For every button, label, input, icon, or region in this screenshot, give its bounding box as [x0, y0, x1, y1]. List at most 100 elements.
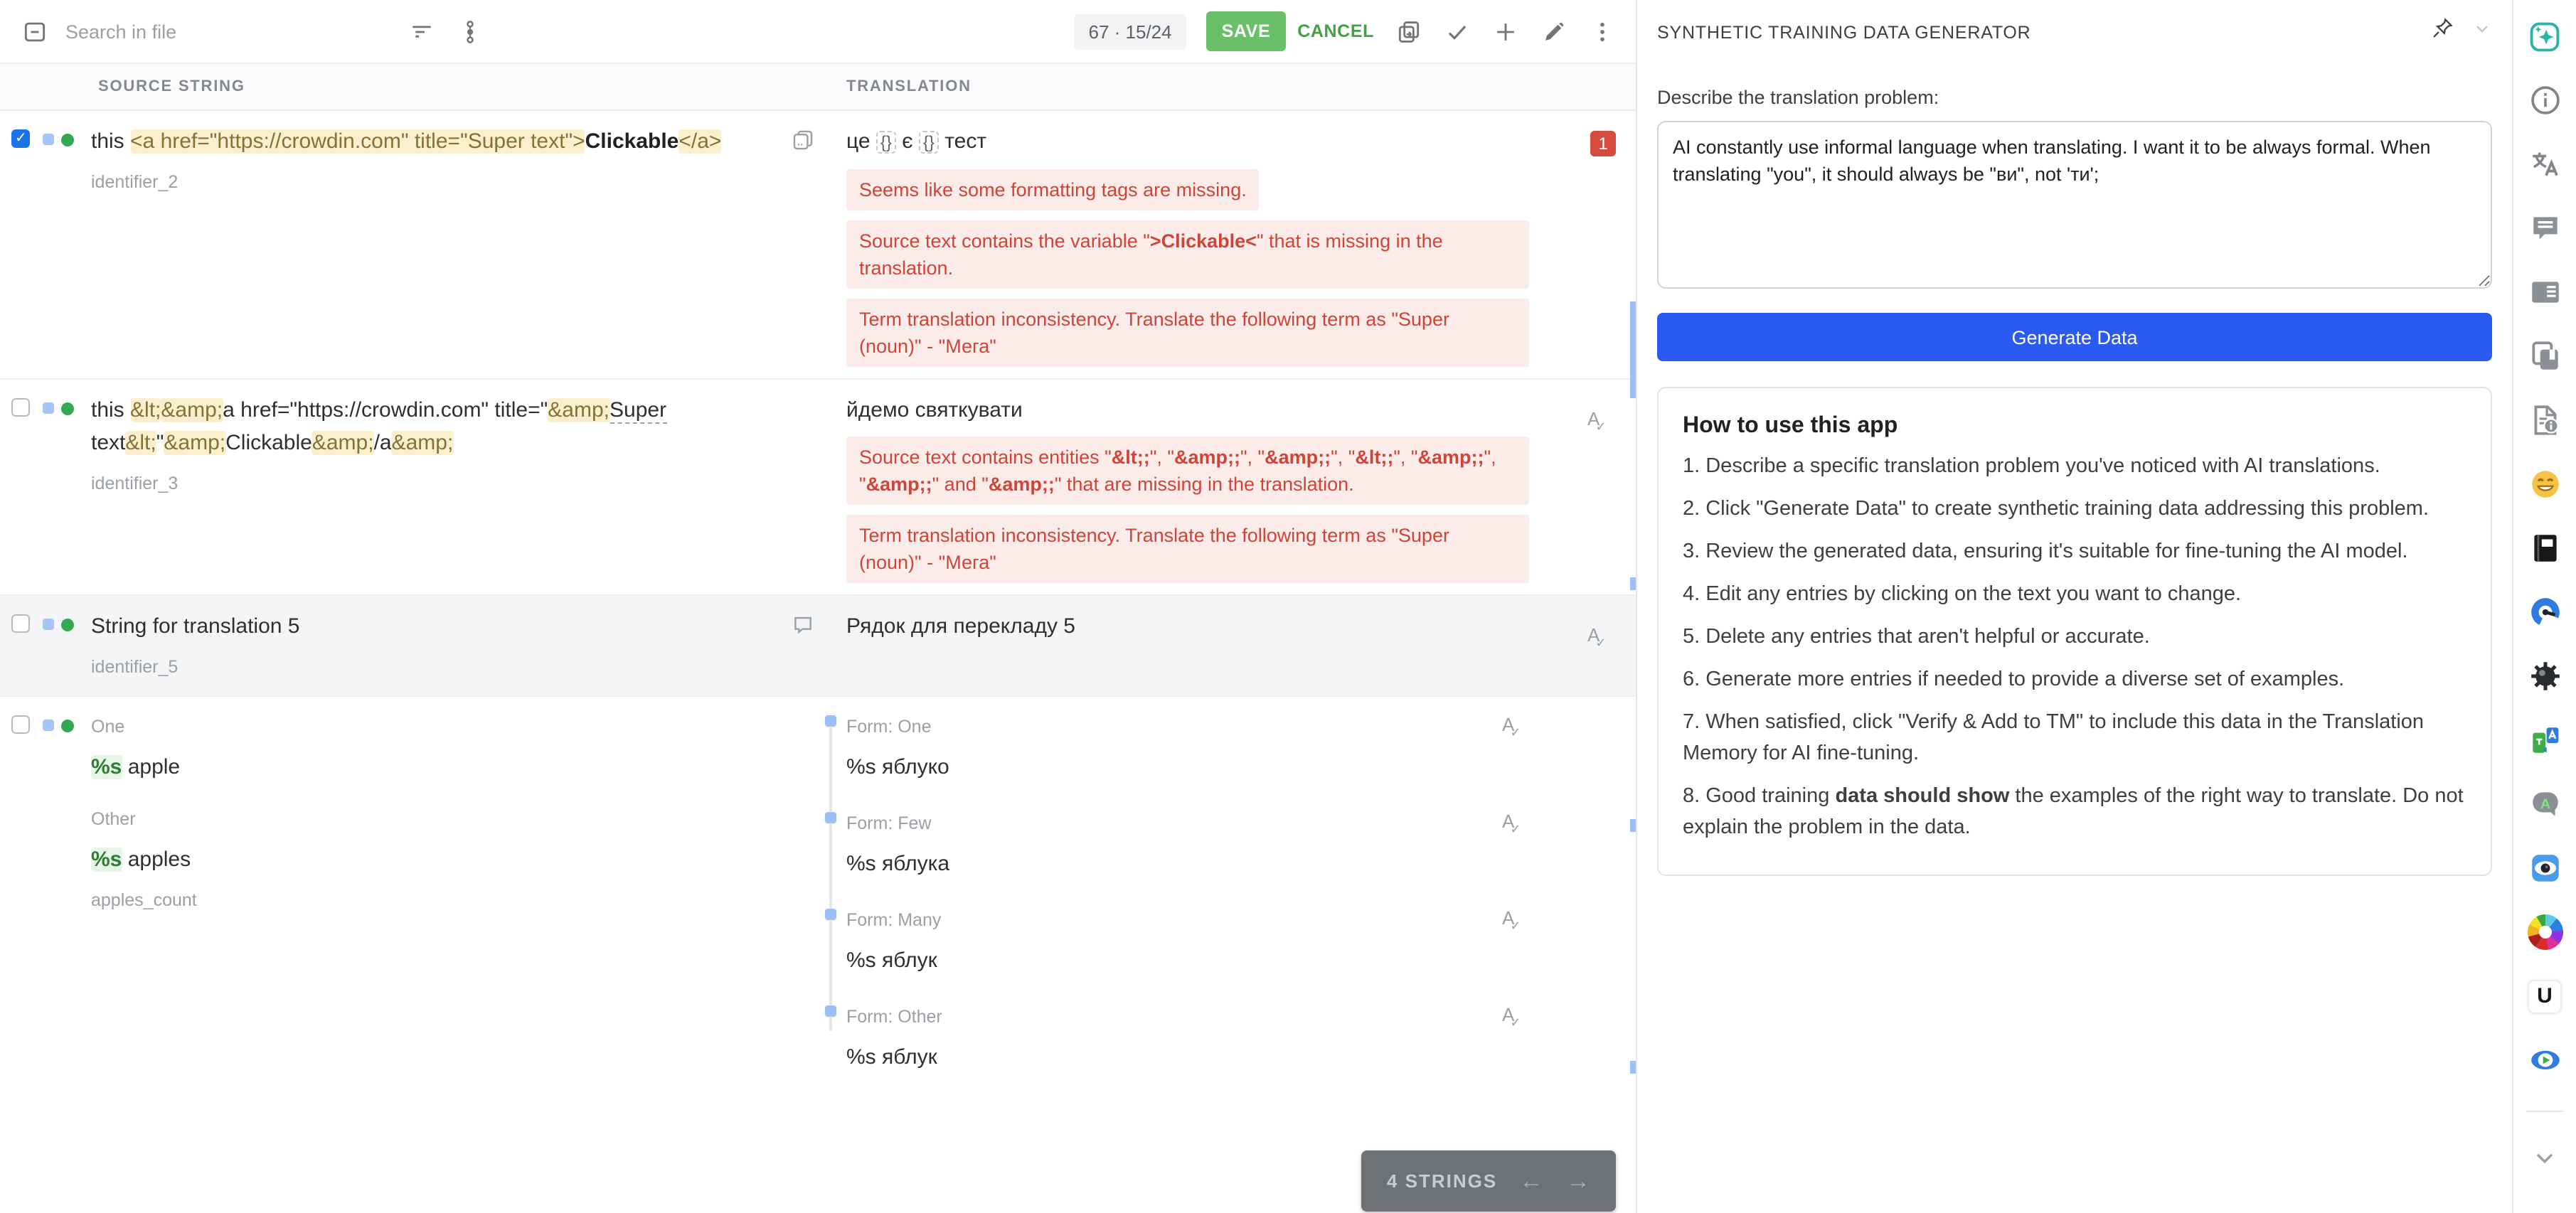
duplicate-string-icon[interactable]: [791, 128, 815, 367]
translation-text[interactable]: %s яблуко: [846, 751, 1550, 784]
color-palette-icon[interactable]: [2526, 913, 2564, 951]
generate-data-button[interactable]: Generate Data: [1657, 313, 2492, 361]
howto-heading: How to use this app: [1683, 414, 2466, 439]
visual-review-icon[interactable]: [2526, 1041, 2564, 1079]
translation-text[interactable]: це {} є {} тест: [846, 125, 1550, 159]
duplicates-icon[interactable]: [2526, 337, 2564, 375]
column-headers: SOURCE STRING TRANSLATION: [0, 64, 1636, 111]
spellcheck-icon[interactable]: A✓: [1502, 902, 1525, 937]
howto-list-item: 1. Describe a specific translation probl…: [1683, 451, 2466, 482]
comment-bubble-icon[interactable]: [791, 613, 815, 684]
copy-source-icon[interactable]: [1388, 11, 1428, 51]
synthetic-data-panel: SYNTHETIC TRAINING DATA GENERATOR Descri…: [1637, 0, 2513, 1213]
add-string-icon[interactable]: [1485, 11, 1525, 51]
string-identifier: identifier_3: [91, 468, 760, 501]
collapse-panel-chevron-icon[interactable]: [2472, 18, 2492, 46]
info-icon[interactable]: [2526, 81, 2564, 119]
filter-icon[interactable]: [401, 11, 441, 51]
howto-card: How to use this app 1. Describe a specif…: [1657, 387, 2492, 876]
qa-error-message: Source text contains the variable ">Clic…: [846, 220, 1529, 289]
spellcheck-icon[interactable]: A✓: [1502, 708, 1525, 744]
source-text: this &lt;&amp;a href="https://crowdin.co…: [91, 394, 760, 459]
row-checkbox[interactable]: [11, 129, 30, 148]
crowdin-editor: 67 · 15/24 SAVE CANCEL: [0, 0, 2576, 1213]
translation-form-one[interactable]: Form: One %s яблуко A✓: [846, 711, 1550, 784]
collapse-chevron-icon[interactable]: [2526, 1138, 2564, 1176]
problem-description-textarea[interactable]: AI constantly use informal language when…: [1657, 121, 2492, 289]
ai-generator-icon[interactable]: [2526, 17, 2564, 55]
preview-eye-icon[interactable]: [2526, 849, 2564, 887]
qa-issues-badge[interactable]: 1: [1590, 131, 1616, 156]
glossary-book-icon[interactable]: [2526, 529, 2564, 567]
string-row-identifier_5[interactable]: String for translation 5 identifier_5 Ря…: [0, 596, 1636, 697]
strings-pagination-bar: 4 STRINGS ← →: [1361, 1150, 1616, 1212]
next-page-arrow-icon[interactable]: →: [1566, 1169, 1590, 1193]
plural-form-label: Form: Many: [846, 904, 1550, 937]
strings-panel: 67 · 15/24 SAVE CANCEL: [0, 0, 1637, 1213]
string-identifier: apples_count: [91, 885, 760, 917]
translation-text[interactable]: %s яблук: [846, 944, 1550, 977]
row-checkbox[interactable]: [11, 715, 30, 734]
rail-divider: [2526, 1111, 2563, 1112]
translation-form-many[interactable]: Form: Many %s яблук A✓: [846, 904, 1550, 977]
cancel-button[interactable]: CANCEL: [1297, 21, 1374, 41]
panel-title: SYNTHETIC TRAINING DATA GENERATOR: [1657, 22, 2031, 42]
plural-form-label: Form: One: [846, 711, 1550, 744]
form-bullet-icon: [825, 715, 836, 727]
settings-slider-icon[interactable]: [449, 11, 489, 51]
status-square-icon: [43, 720, 54, 731]
edit-pencil-icon[interactable]: [1533, 11, 1573, 51]
translation-text[interactable]: %s яблук: [846, 1041, 1550, 1074]
translation-text[interactable]: %s яблука: [846, 848, 1550, 880]
form-bullet-icon: [825, 812, 836, 823]
howto-list-item: 5. Delete any entries that aren't helpfu…: [1683, 621, 2466, 653]
quality-gauge-icon[interactable]: [2526, 593, 2564, 631]
emoji-icon[interactable]: [2526, 465, 2564, 503]
translation-apps-icon[interactable]: [2526, 721, 2564, 759]
plural-form-label: Form: Other: [846, 1001, 1550, 1034]
spellcheck-icon[interactable]: A✓: [1587, 619, 1610, 654]
translate-icon[interactable]: [2526, 145, 2564, 183]
qa-error-message: Term translation inconsistency. Translat…: [846, 299, 1529, 367]
status-square-icon: [43, 134, 54, 145]
previous-page-arrow-icon[interactable]: ←: [1519, 1169, 1543, 1193]
spellcheck-icon[interactable]: A✓: [1502, 805, 1525, 840]
scroll-marker[interactable]: [1630, 301, 1636, 398]
settings-gear-icon[interactable]: [2526, 657, 2564, 695]
howto-list-item: 3. Review the generated data, ensuring i…: [1683, 536, 2466, 567]
u-app-icon[interactable]: U: [2526, 977, 2564, 1015]
spellcheck-icon[interactable]: A✓: [1502, 998, 1525, 1034]
row-checkbox[interactable]: [11, 398, 30, 417]
string-info-icon[interactable]: [2526, 273, 2564, 311]
comments-icon[interactable]: [2526, 209, 2564, 247]
howto-list-item: 6. Generate more entries if needed to pr…: [1683, 664, 2466, 695]
string-row-identifier_2[interactable]: this <a href="https://crowdin.com" title…: [0, 111, 1636, 380]
language-chat-icon[interactable]: A: [2526, 785, 2564, 823]
form-bullet-icon: [825, 1005, 836, 1017]
translation-form-other[interactable]: Form: Other %s яблук A✓: [846, 1001, 1550, 1074]
string-row-apples_count[interactable]: One %s apple Other %s apples apples_coun…: [0, 697, 1636, 1109]
scroll-marker: [1630, 819, 1636, 832]
row-checkbox[interactable]: [11, 614, 30, 633]
spellcheck-icon[interactable]: A✓: [1587, 402, 1610, 438]
apps-rail: A U: [2513, 0, 2576, 1213]
translation-form-few[interactable]: Form: Few %s яблука A✓: [846, 808, 1550, 880]
translation-text[interactable]: Рядок для перекладу 5: [846, 610, 1550, 643]
approve-check-icon[interactable]: [1437, 11, 1476, 51]
file-context-icon[interactable]: [2526, 401, 2564, 439]
pin-panel-icon[interactable]: [2429, 16, 2455, 48]
save-button[interactable]: SAVE: [1206, 11, 1287, 51]
search-input[interactable]: [65, 21, 350, 42]
string-row-identifier_3[interactable]: this &lt;&amp;a href="https://crowdin.co…: [0, 380, 1636, 596]
strings-count: 4 STRINGS: [1387, 1170, 1497, 1192]
source-text: %s apple: [91, 751, 760, 784]
scroll-marker: [1630, 1061, 1636, 1074]
strings-list: this <a href="https://crowdin.com" title…: [0, 111, 1636, 1213]
translation-text[interactable]: йдемо святкувати: [846, 394, 1550, 427]
collapse-sidebar-icon[interactable]: [14, 11, 54, 51]
scroll-marker: [1630, 577, 1636, 590]
qa-errors: Source text contains entities "&lt;;", "…: [846, 437, 1550, 583]
qa-errors: Seems like some formatting tags are miss…: [846, 169, 1550, 367]
howto-list-item: 4. Edit any entries by clicking on the t…: [1683, 579, 2466, 610]
more-menu-icon[interactable]: [1582, 11, 1622, 51]
